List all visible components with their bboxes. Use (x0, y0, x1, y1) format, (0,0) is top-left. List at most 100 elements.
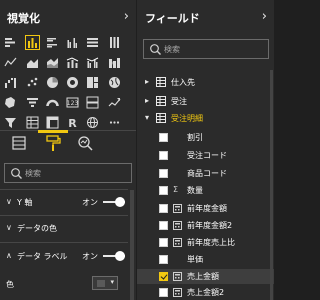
calculator-icon (173, 288, 182, 297)
gauge-icon[interactable] (46, 96, 59, 109)
kpi-icon[interactable] (108, 96, 121, 109)
card-icon[interactable]: 123 (66, 96, 79, 109)
area-chart-icon[interactable] (26, 56, 39, 69)
field-item[interactable]: 商品コード (137, 166, 274, 181)
field-item[interactable]: 割引 (137, 130, 274, 145)
field-name: 前年度金額 (187, 204, 227, 213)
clustered-bar-chart-icon[interactable] (46, 36, 59, 49)
table-name: 受注 (171, 97, 187, 106)
filled-map-icon[interactable] (4, 96, 17, 109)
line-and-clustered-column-chart-icon[interactable] (86, 56, 99, 69)
field-item[interactable]: 単価 (137, 252, 274, 267)
field-item[interactable]: 売上金額2 (137, 285, 274, 300)
multi-row-card-icon[interactable] (86, 96, 99, 109)
color-picker-dropdown[interactable]: ▾ (92, 276, 118, 290)
field-checkbox-checked[interactable] (159, 272, 168, 281)
fields-well-tab-icon[interactable] (10, 134, 28, 152)
field-checkbox[interactable] (159, 169, 168, 178)
r-visual-icon[interactable]: R (66, 116, 79, 129)
matrix-icon[interactable] (46, 116, 59, 129)
stacked-column-chart-icon[interactable] (25, 35, 40, 50)
y-axis-label: Y 軸 (17, 198, 33, 207)
ribbon-chart-icon[interactable] (108, 56, 121, 69)
field-checkbox[interactable] (159, 238, 168, 247)
table-icon[interactable] (26, 116, 39, 129)
format-search-input[interactable] (25, 166, 125, 180)
format-paint-roller-tab-icon[interactable] (44, 134, 62, 152)
collapse-fields-chevron-icon[interactable]: › (262, 9, 267, 24)
format-pane-scrollbar[interactable] (130, 190, 134, 300)
data-labels-toggle-label: オン (82, 252, 98, 261)
fields-pane-scrollbar[interactable] (270, 70, 273, 300)
fields-pane: フィールド › ▸ 仕入先 ▸ 受注 ▾ 受注明細 割引 受注コード 商品コード… (137, 0, 274, 300)
format-search-box[interactable] (4, 163, 132, 183)
map-icon[interactable] (108, 76, 121, 89)
search-icon (11, 168, 22, 179)
visualizations-pane: 視覚化 › 123 R 検索 ∨ Y 軸 オン ∨ データの色 ∧ データ ラベ… (0, 0, 136, 300)
field-name: 割引 (187, 133, 203, 142)
scatter-chart-icon[interactable] (26, 76, 39, 89)
field-checkbox[interactable] (159, 255, 168, 264)
calculator-icon (173, 204, 182, 213)
tab-divider (0, 130, 136, 131)
clustered-column-chart-icon[interactable] (66, 36, 79, 49)
data-colors-label: データの色 (17, 224, 57, 233)
field-item-selected[interactable]: 売上金額 (137, 269, 274, 284)
visual-options-tabs (0, 130, 136, 156)
collapse-visualizations-chevron-icon[interactable]: › (124, 9, 129, 24)
fields-title: フィールド (145, 12, 200, 25)
field-checkbox[interactable] (159, 221, 168, 230)
fields-search-input[interactable] (164, 42, 264, 56)
100-percent-bar-chart-icon[interactable] (86, 36, 99, 49)
globe-map-icon[interactable] (86, 116, 99, 129)
field-checkbox[interactable] (159, 288, 168, 297)
pie-chart-icon[interactable] (46, 76, 59, 89)
line-chart-icon[interactable] (4, 56, 17, 69)
y-axis-toggle-switch[interactable] (103, 197, 125, 207)
data-labels-section-header[interactable]: ∧ データ ラベル オン (0, 251, 136, 263)
field-checkbox[interactable] (159, 151, 168, 160)
100-percent-column-chart-icon[interactable] (108, 36, 121, 49)
field-item[interactable]: 受注コード (137, 148, 274, 163)
data-labels-toggle-switch[interactable] (103, 251, 125, 261)
waterfall-chart-icon[interactable] (4, 76, 17, 89)
table-icon (156, 96, 166, 106)
slicer-icon[interactable] (4, 116, 17, 129)
stacked-bar-chart-icon[interactable] (4, 36, 17, 49)
table-order-details[interactable]: ▾ 受注明細 (137, 111, 274, 126)
funnel-chart-icon[interactable] (26, 96, 39, 109)
treemap-icon[interactable] (86, 76, 99, 89)
field-checkbox[interactable] (159, 186, 168, 195)
more-visuals-icon[interactable] (108, 116, 121, 129)
y-axis-section-header[interactable]: ∨ Y 軸 オン (0, 197, 136, 209)
svg-text:123: 123 (67, 100, 79, 107)
field-item[interactable]: Σ 数量 (137, 183, 274, 198)
toggle-knob (115, 197, 125, 207)
svg-text:R: R (68, 117, 77, 129)
visualizations-header: 視覚化 › (0, 0, 136, 36)
field-checkbox[interactable] (159, 204, 168, 213)
divider (0, 215, 128, 216)
field-checkbox[interactable] (159, 133, 168, 142)
chevron-down-icon: ∨ (6, 197, 12, 206)
analytics-magnifier-tab-icon[interactable] (76, 134, 94, 152)
donut-chart-icon[interactable] (66, 76, 79, 89)
table-supplier[interactable]: ▸ 仕入先 (137, 75, 274, 90)
data-colors-section-header[interactable]: ∨ データの色 (0, 223, 136, 235)
fields-header: フィールド › (137, 0, 274, 36)
line-and-column-chart-icon[interactable] (66, 56, 79, 69)
field-item[interactable]: 前年度金額 (137, 201, 274, 216)
calculator-icon (173, 238, 182, 247)
color-swatch (97, 280, 105, 287)
field-name: 受注コード (187, 151, 227, 160)
divider (0, 189, 128, 190)
visualizations-title: 視覚化 (7, 12, 40, 25)
field-item[interactable]: 前年度売上比 (137, 235, 274, 250)
field-item[interactable]: 前年度金額2 (137, 218, 274, 233)
table-orders[interactable]: ▸ 受注 (137, 94, 274, 109)
table-icon (156, 113, 166, 123)
table-name: 受注明細 (171, 114, 203, 123)
table-name: 仕入先 (171, 78, 195, 87)
fields-search-box[interactable] (143, 39, 269, 59)
stacked-area-chart-icon[interactable] (46, 56, 59, 69)
